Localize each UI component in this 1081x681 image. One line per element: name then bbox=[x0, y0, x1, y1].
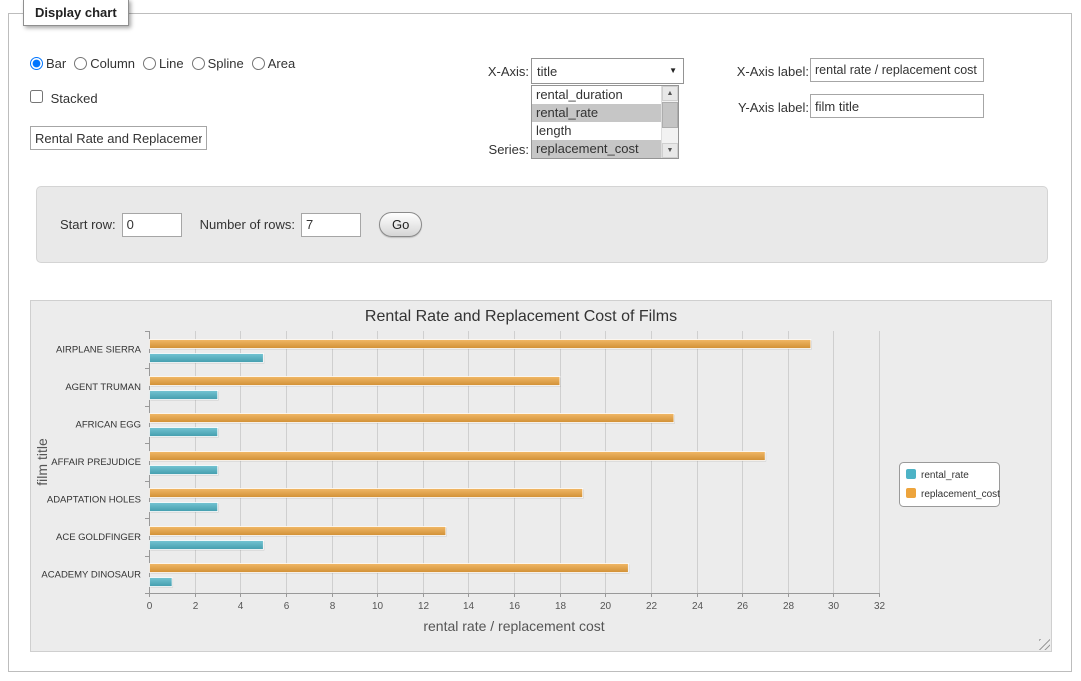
start-row-caption: Start row: bbox=[60, 217, 116, 232]
series-option-0[interactable]: rental_duration bbox=[532, 86, 661, 104]
svg-text:32: 32 bbox=[874, 601, 886, 612]
scroll-up-icon[interactable]: ▲ bbox=[662, 86, 678, 101]
svg-text:24: 24 bbox=[692, 601, 704, 612]
stacked-row: Stacked bbox=[30, 90, 98, 106]
chart-type-option-line[interactable]: Line bbox=[143, 56, 184, 71]
chart-svg[interactable]: Rental Rate and Replacement Cost of Film… bbox=[31, 301, 1051, 651]
svg-text:20: 20 bbox=[600, 601, 612, 612]
svg-text:18: 18 bbox=[555, 601, 567, 612]
chart-type-label: Spline bbox=[208, 56, 244, 71]
chart-title-input[interactable] bbox=[30, 126, 207, 150]
stacked-option[interactable]: Stacked bbox=[30, 90, 98, 106]
chart-type-radio-1[interactable] bbox=[74, 57, 87, 70]
x-axis-select[interactable]: title ▼ bbox=[531, 58, 684, 84]
svg-text:10: 10 bbox=[372, 601, 384, 612]
svg-text:AGENT TRUMAN: AGENT TRUMAN bbox=[65, 382, 141, 393]
stacked-label: Stacked bbox=[51, 91, 98, 106]
x-axis-label-input[interactable] bbox=[810, 58, 984, 82]
chart-type-label: Column bbox=[90, 56, 135, 71]
y-axis-label-caption: Y-Axis label: bbox=[699, 100, 809, 115]
svg-text:30: 30 bbox=[828, 601, 840, 612]
svg-text:AIRPLANE SIERRA: AIRPLANE SIERRA bbox=[56, 345, 142, 356]
chart-type-label: Bar bbox=[46, 56, 66, 71]
series-listbox[interactable]: rental_duration rental_rate length repla… bbox=[531, 85, 679, 159]
svg-text:26: 26 bbox=[737, 601, 749, 612]
svg-text:AFFAIR PREJUDICE: AFFAIR PREJUDICE bbox=[51, 457, 141, 468]
svg-text:6: 6 bbox=[284, 601, 290, 612]
display-chart-panel: Display chart Bar Column Line Spline Are… bbox=[8, 13, 1072, 672]
chart-type-label: Area bbox=[268, 56, 295, 71]
svg-text:ADAPTATION HOLES: ADAPTATION HOLES bbox=[47, 494, 141, 505]
svg-text:14: 14 bbox=[463, 601, 475, 612]
series-option-1[interactable]: rental_rate bbox=[532, 104, 661, 122]
chart-type-radio-4[interactable] bbox=[252, 57, 265, 70]
svg-text:film title: film title bbox=[34, 438, 50, 486]
chart-type-radio-3[interactable] bbox=[192, 57, 205, 70]
svg-text:replacement_cost: replacement_cost bbox=[921, 489, 1000, 500]
series-option-3[interactable]: replacement_cost bbox=[532, 140, 661, 158]
series-caption: Series: bbox=[439, 142, 529, 157]
stacked-checkbox[interactable] bbox=[30, 90, 43, 103]
svg-text:4: 4 bbox=[238, 601, 244, 612]
chart-type-option-area[interactable]: Area bbox=[252, 56, 295, 71]
y-axis-label-input[interactable] bbox=[810, 94, 984, 118]
svg-text:16: 16 bbox=[509, 601, 521, 612]
series-option-2[interactable]: length bbox=[532, 122, 661, 140]
scrollbar-thumb[interactable] bbox=[662, 102, 678, 128]
chart-type-radio-2[interactable] bbox=[143, 57, 156, 70]
svg-text:22: 22 bbox=[646, 601, 658, 612]
svg-text:ACE GOLDFINGER: ACE GOLDFINGER bbox=[56, 532, 141, 543]
scroll-down-icon[interactable]: ▼ bbox=[662, 143, 678, 158]
x-axis-label-caption: X-Axis label: bbox=[699, 64, 809, 79]
rows-inner: Start row: Number of rows: Go bbox=[37, 187, 1047, 262]
chart-resize-handle[interactable] bbox=[1039, 639, 1050, 650]
svg-text:28: 28 bbox=[783, 601, 795, 612]
num-rows-input[interactable] bbox=[301, 213, 361, 237]
num-rows-caption: Number of rows: bbox=[200, 217, 295, 232]
chevron-down-icon: ▼ bbox=[669, 67, 677, 75]
page: Display chart Bar Column Line Spline Are… bbox=[0, 0, 1081, 681]
go-button[interactable]: Go bbox=[379, 212, 422, 237]
panel-legend: Display chart bbox=[23, 0, 129, 26]
svg-text:AFRICAN EGG: AFRICAN EGG bbox=[76, 420, 141, 431]
svg-text:ACADEMY DINOSAUR: ACADEMY DINOSAUR bbox=[41, 569, 141, 580]
chart-type-option-bar[interactable]: Bar bbox=[30, 56, 66, 71]
start-row-input[interactable] bbox=[122, 213, 182, 237]
x-axis-select-value: title bbox=[537, 64, 557, 79]
chart-type-radio-group: Bar Column Line Spline Area bbox=[30, 56, 303, 71]
chart-type-option-spline[interactable]: Spline bbox=[192, 56, 244, 71]
svg-text:12: 12 bbox=[418, 601, 430, 612]
rows-panel: Start row: Number of rows: Go bbox=[36, 186, 1048, 263]
chart-type-label: Line bbox=[159, 56, 184, 71]
svg-text:2: 2 bbox=[193, 601, 199, 612]
svg-text:rental rate / replacement cost: rental rate / replacement cost bbox=[423, 618, 604, 634]
series-listbox-scrollbar[interactable]: ▲ ▼ bbox=[661, 86, 678, 158]
svg-text:0: 0 bbox=[147, 601, 153, 612]
chart-container: Rental Rate and Replacement Cost of Film… bbox=[30, 300, 1052, 652]
x-axis-caption: X-Axis: bbox=[439, 64, 529, 79]
chart-type-radio-0[interactable] bbox=[30, 57, 43, 70]
svg-text:8: 8 bbox=[330, 601, 336, 612]
series-options: rental_duration rental_rate length repla… bbox=[532, 86, 661, 158]
svg-text:rental_rate: rental_rate bbox=[921, 470, 969, 481]
chart-type-option-column[interactable]: Column bbox=[74, 56, 135, 71]
svg-text:Rental Rate and Replacement Co: Rental Rate and Replacement Cost of Film… bbox=[365, 308, 677, 325]
